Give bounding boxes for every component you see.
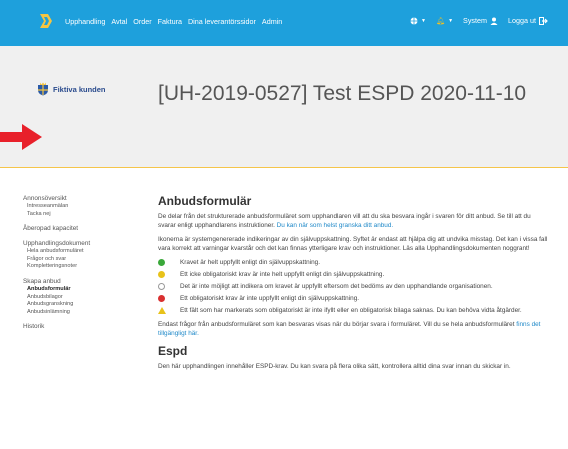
sidebar-item-skapa-anbud[interactable]: Skapa anbud bbox=[23, 277, 133, 286]
sign-out-icon bbox=[539, 16, 548, 25]
legend-text: Kravet är helt uppfyllt enligt din själv… bbox=[180, 259, 320, 266]
sidebar-subitem-anbudsgranskning[interactable]: Anbudsgranskning bbox=[23, 301, 133, 309]
sidebar-subitem-fragor-och-svar[interactable]: Frågor och svar bbox=[23, 256, 133, 264]
app-logo-icon[interactable] bbox=[38, 12, 54, 30]
logout-label: Logga ut bbox=[508, 16, 536, 25]
status-legend: Kravet är helt uppfyllt enligt din själv… bbox=[158, 258, 550, 315]
legend-item: Ett fält som har markerats som obligator… bbox=[158, 306, 550, 315]
coat-of-arms-icon bbox=[38, 82, 48, 96]
main-content: Anbudsformulär De delar från det struktu… bbox=[158, 194, 550, 376]
sidebar-item-aberopad-kapacitet[interactable]: Åberopad kapacitet bbox=[23, 224, 133, 233]
logout-button[interactable]: Logga ut bbox=[508, 16, 548, 25]
legend-item: Ett obligatoriskt krav är inte uppfyllt … bbox=[158, 294, 550, 303]
red-arrow-icon bbox=[0, 124, 42, 150]
main-nav: Upphandling Avtal Order Faktura Dina lev… bbox=[65, 17, 282, 26]
user-icon bbox=[490, 17, 498, 25]
legend-item: Ett icke obligatoriskt krav är inte helt… bbox=[158, 270, 550, 279]
info-circle-icon bbox=[158, 283, 165, 290]
nav-leverantorssidor[interactable]: Dina leverantörssidor bbox=[188, 17, 256, 26]
sidebar-subitem-anbudsbilagor[interactable]: Anbudsbilagor bbox=[23, 294, 133, 302]
language-menu[interactable]: ▼ bbox=[410, 17, 426, 25]
note-text: Endast frågor från anbudsformuläret som … bbox=[158, 321, 515, 328]
system-label: System bbox=[463, 16, 488, 25]
legend-text: Det är inte möjligt att indikera om krav… bbox=[180, 283, 493, 290]
check-circle-icon bbox=[158, 259, 165, 266]
top-right-menu: ▼ 🔔︎ ▼ System Logga ut bbox=[410, 16, 548, 25]
espd-paragraph: Den här upphandlingen innehåller ESPD-kr… bbox=[158, 363, 511, 370]
customer-brand: Fiktiva kunden bbox=[37, 82, 106, 96]
intro-paragraph: De delar från det strukturerade anbudsfo… bbox=[158, 212, 550, 230]
note-paragraph: Endast frågor från anbudsformuläret som … bbox=[158, 320, 550, 338]
sidebar-subitem-intresseanmalan[interactable]: Intresseanmälan bbox=[23, 203, 133, 211]
nav-order[interactable]: Order bbox=[133, 17, 151, 26]
notifications-menu[interactable]: 🔔︎ ▼ bbox=[436, 16, 453, 25]
chevron-down-icon: ▼ bbox=[421, 17, 426, 24]
nav-avtal[interactable]: Avtal bbox=[111, 17, 127, 26]
sidebar-item-upphandlingsdokument[interactable]: Upphandlingsdokument bbox=[23, 239, 133, 248]
espd-heading: Espd bbox=[158, 344, 188, 358]
bell-icon: 🔔︎ bbox=[435, 16, 446, 25]
sidebar-subitem-anbudsinlamning[interactable]: Anbudsinlämning bbox=[23, 309, 133, 317]
sidebar-item-historik[interactable]: Historik bbox=[23, 322, 133, 331]
section-heading: Anbudsformulär bbox=[158, 194, 252, 208]
sidebar-item-annonsoversikt[interactable]: Annonsöversikt bbox=[23, 194, 133, 203]
warning-circle-icon bbox=[158, 271, 165, 278]
top-navbar: Upphandling Avtal Order Faktura Dina lev… bbox=[0, 0, 568, 46]
customer-name: Fiktiva kunden bbox=[53, 84, 106, 94]
nav-admin[interactable]: Admin bbox=[262, 17, 282, 26]
warning-triangle-icon bbox=[158, 307, 166, 314]
globe-icon bbox=[410, 17, 418, 24]
nav-upphandling[interactable]: Upphandling bbox=[65, 17, 105, 26]
legend-text: Ett fält som har markerats som obligator… bbox=[180, 307, 522, 314]
review-bid-link[interactable]: Du kan när som helst granska ditt anbud. bbox=[277, 222, 394, 229]
chevron-down-icon: ▼ bbox=[448, 17, 454, 24]
system-user-menu[interactable]: System bbox=[463, 16, 498, 25]
sidebar-subitem-hela-anbudsformularet[interactable]: Hela anbudsformuläret bbox=[23, 248, 133, 256]
page-title: [UH-2019-0527] Test ESPD 2020-11-10 bbox=[158, 82, 527, 105]
sidebar-subitem-tacka-nej[interactable]: Tacka nej bbox=[23, 211, 133, 219]
legend-item: Det är inte möjligt att indikera om krav… bbox=[158, 282, 550, 291]
icons-paragraph: Ikonerna är systemgenererade indikeringa… bbox=[158, 236, 548, 252]
error-circle-icon bbox=[158, 295, 165, 302]
sidebar-subitem-anbudsformular[interactable]: Anbudsformulär bbox=[23, 286, 133, 294]
legend-item: Kravet är helt uppfyllt enligt din själv… bbox=[158, 258, 550, 267]
nav-faktura[interactable]: Faktura bbox=[158, 17, 182, 26]
legend-text: Ett icke obligatoriskt krav är inte helt… bbox=[180, 271, 385, 278]
legend-text: Ett obligatoriskt krav är inte uppfyllt … bbox=[180, 295, 360, 302]
sidebar: Annonsöversikt Intresseanmälan Tacka nej… bbox=[23, 194, 133, 331]
sidebar-subitem-kompletteringsnoter[interactable]: Kompletteringsnoter bbox=[23, 263, 133, 271]
